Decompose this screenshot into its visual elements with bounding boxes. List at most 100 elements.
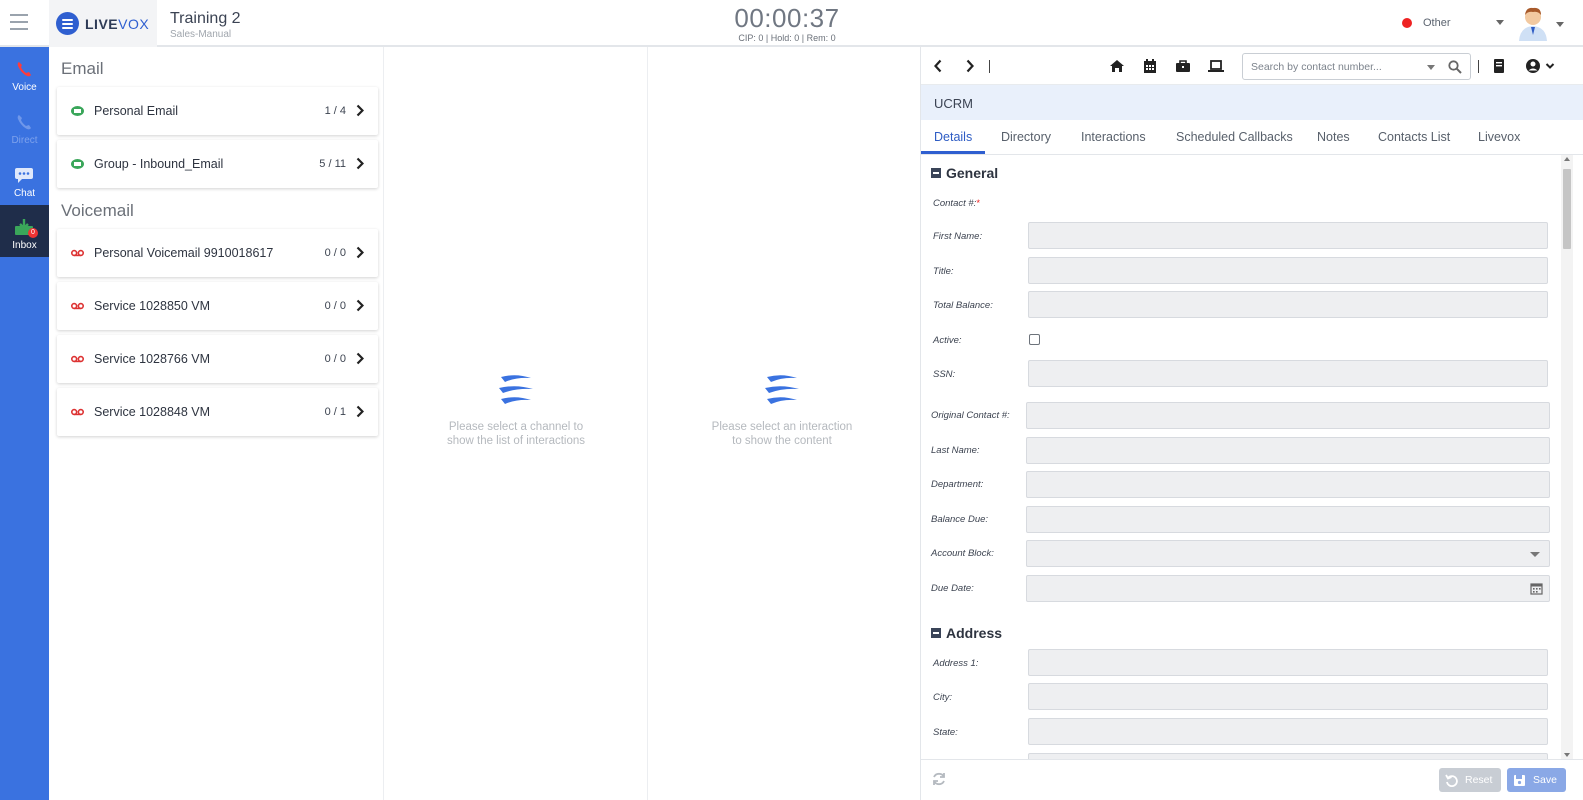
campaign-subtitle: Sales-Manual: [170, 29, 232, 40]
scroll-down-icon[interactable]: [1564, 753, 1570, 757]
city-label: City:: [933, 692, 952, 703]
chevron-down-icon[interactable]: [1556, 22, 1564, 27]
save-button[interactable]: Save: [1507, 768, 1566, 792]
tab-livevox[interactable]: Livevox: [1478, 130, 1520, 144]
last-name-label: Last Name:: [931, 445, 980, 456]
livevox-waves-icon: [765, 375, 799, 404]
account-block-label: Account Block:: [931, 548, 994, 559]
hamburger-menu-icon[interactable]: [10, 14, 28, 30]
last-name-field[interactable]: [1026, 437, 1550, 464]
channel-service-1028848[interactable]: Service 1028848 VM 0 / 1: [57, 388, 378, 436]
active-tab-indicator: [921, 151, 985, 154]
chevron-right-icon: [356, 299, 364, 312]
city-field[interactable]: [1028, 683, 1548, 710]
title-label: Title:: [933, 266, 954, 277]
rail-item-voice[interactable]: Voice: [0, 47, 49, 99]
left-rail: Voice Direct Chat 0 Inbox: [0, 47, 49, 800]
address-section-header[interactable]: Address: [931, 625, 1002, 641]
search-icon[interactable]: [1448, 60, 1462, 74]
rail-item-inbox[interactable]: 0 Inbox: [0, 205, 49, 257]
call-timer: 00:00:37 CIP: 0 | Hold: 0 | Rem: 0: [687, 3, 887, 43]
address1-field[interactable]: [1028, 649, 1548, 676]
crm-footer: Reset Save: [921, 759, 1583, 800]
status-dot-icon: [1402, 18, 1412, 28]
department-field[interactable]: [1026, 471, 1550, 498]
top-bar: LIVEVOX Training 2 Sales-Manual 00:00:37…: [0, 0, 1583, 47]
briefcase-icon[interactable]: [1175, 58, 1191, 74]
title-field[interactable]: [1028, 257, 1548, 284]
first-name-label: First Name:: [933, 231, 983, 242]
channel-service-1028850[interactable]: Service 1028850 VM 0 / 0: [57, 282, 378, 330]
crm-title-bar: UCRM: [921, 85, 1583, 120]
voicemail-heading: Voicemail: [61, 201, 134, 220]
book-icon[interactable]: [1491, 58, 1507, 74]
voicemail-icon: [71, 302, 84, 310]
tab-details[interactable]: Details: [934, 130, 972, 144]
account-block-select[interactable]: [1026, 540, 1550, 567]
first-name-field[interactable]: [1028, 222, 1548, 249]
original-contact-field[interactable]: [1026, 402, 1550, 429]
calendar-icon[interactable]: [1142, 58, 1158, 74]
tab-directory[interactable]: Directory: [1001, 130, 1051, 144]
rail-item-direct: Direct: [0, 100, 49, 152]
logo-mark-icon: [56, 12, 79, 35]
phone-icon: [17, 115, 31, 130]
balance-due-label: Balance Due:: [931, 514, 989, 525]
interactions-empty-message: Please select a channel to show the list…: [446, 421, 586, 447]
chat-icon: [15, 168, 33, 183]
calendar-icon[interactable]: [1530, 582, 1543, 595]
tab-notes[interactable]: Notes: [1317, 130, 1350, 144]
crm-panel: Search by contact number... UCRM Details…: [920, 47, 1583, 800]
chevron-down-icon: [1496, 20, 1504, 25]
chevron-right-icon: [356, 104, 364, 117]
content-empty-message: Please select an interaction to show the…: [711, 421, 853, 447]
voicemail-icon: [71, 408, 84, 416]
tab-contacts-list[interactable]: Contacts List: [1378, 130, 1450, 144]
ssn-field[interactable]: [1028, 360, 1548, 387]
livevox-logo: LIVEVOX: [49, 0, 157, 47]
state-field[interactable]: [1028, 718, 1548, 745]
agent-status-dropdown[interactable]: Other: [1402, 17, 1504, 29]
general-section-header[interactable]: General: [931, 165, 998, 181]
due-date-field[interactable]: [1026, 575, 1550, 602]
contact-search-input[interactable]: Search by contact number...: [1242, 53, 1471, 80]
required-marker: *: [976, 198, 981, 209]
scroll-thumb[interactable]: [1563, 169, 1571, 249]
avatar[interactable]: [1516, 5, 1550, 41]
laptop-icon[interactable]: [1208, 58, 1224, 74]
home-icon[interactable]: [1109, 58, 1125, 74]
refresh-icon[interactable]: [931, 771, 947, 787]
back-arrow-icon[interactable]: [934, 59, 942, 73]
undo-icon: [1445, 774, 1458, 787]
interactions-panel: Please select a channel to show the list…: [385, 47, 648, 800]
voicemail-icon: [71, 355, 84, 363]
collapse-icon: [931, 168, 941, 178]
chevron-right-icon: [356, 246, 364, 259]
campaign-title: Training 2: [170, 10, 241, 27]
total-balance-field[interactable]: [1028, 291, 1548, 318]
active-checkbox[interactable]: [1029, 334, 1040, 345]
scroll-up-icon[interactable]: [1564, 157, 1570, 161]
channel-personal-voicemail[interactable]: Personal Voicemail 9910018617 0 / 0: [57, 229, 378, 277]
form-scrollbar[interactable]: [1561, 155, 1573, 759]
tab-scheduled-callbacks[interactable]: Scheduled Callbacks: [1176, 130, 1293, 144]
chevron-down-icon[interactable]: [1545, 58, 1555, 74]
department-label: Department:: [931, 479, 984, 490]
tab-interactions[interactable]: Interactions: [1081, 130, 1146, 144]
chevron-right-icon: [356, 405, 364, 418]
balance-due-field[interactable]: [1026, 506, 1550, 533]
due-date-label: Due Date:: [931, 583, 974, 594]
channel-personal-email[interactable]: Personal Email 1 / 4: [57, 87, 378, 135]
forward-arrow-icon[interactable]: [966, 59, 974, 73]
search-dropdown-icon[interactable]: [1427, 65, 1435, 70]
rail-item-chat[interactable]: Chat: [0, 153, 49, 205]
crm-tabs: Details Directory Interactions Scheduled…: [921, 120, 1583, 155]
user-circle-icon[interactable]: [1525, 58, 1541, 74]
reset-button[interactable]: Reset: [1439, 768, 1501, 792]
toolbar-divider: [1478, 60, 1479, 73]
agent-status-label: Other: [1423, 17, 1451, 29]
channel-group-inbound-email[interactable]: Group - Inbound_Email 5 / 11: [57, 140, 378, 188]
channel-service-1028766[interactable]: Service 1028766 VM 0 / 0: [57, 335, 378, 383]
voicemail-icon: [71, 249, 84, 257]
collapse-icon: [931, 628, 941, 638]
